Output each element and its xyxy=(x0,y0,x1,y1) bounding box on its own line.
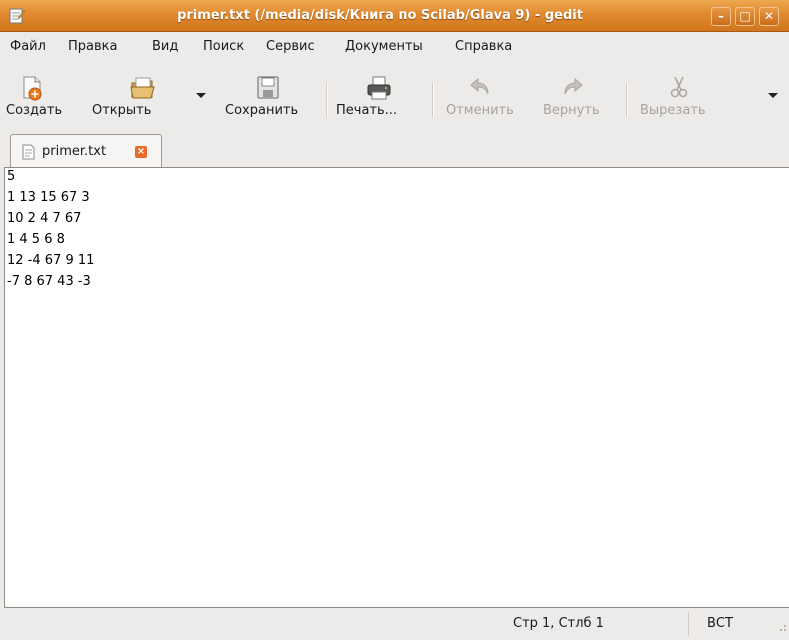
toolbar-separator xyxy=(626,82,628,118)
menu-tools[interactable]: Сервис xyxy=(266,39,315,54)
redo-button[interactable]: Вернуть xyxy=(543,60,615,132)
menu-search[interactable]: Поиск xyxy=(203,39,244,54)
print-button[interactable]: Печать... xyxy=(336,60,420,132)
menu-help[interactable]: Справка xyxy=(455,39,512,54)
maximize-button[interactable]: □ xyxy=(735,7,755,26)
maximize-icon: □ xyxy=(739,9,751,23)
close-button[interactable]: ✕ xyxy=(759,7,779,26)
status-separator xyxy=(688,612,689,636)
new-button-label: Создать xyxy=(6,103,63,118)
open-folder-icon xyxy=(130,77,155,99)
menu-documents[interactable]: Документы xyxy=(345,39,423,54)
editor-line[interactable]: 1 13 15 67 3 xyxy=(7,190,90,205)
cursor-position: Стр 1, Стлб 1 xyxy=(513,616,604,631)
toolbar-separator xyxy=(432,82,434,118)
toolbar-overflow-dropdown[interactable] xyxy=(768,93,778,98)
save-button[interactable]: Сохранить xyxy=(225,60,315,132)
open-button-label: Открыть xyxy=(92,103,152,118)
redo-button-label: Вернуть xyxy=(543,103,600,118)
minimize-button[interactable]: – xyxy=(711,7,731,26)
window-title: primer.txt (/media/disk/Книга по Scilab/… xyxy=(177,8,583,23)
editor-line[interactable]: 10 2 4 7 67 xyxy=(7,211,81,226)
status-bar: Стр 1, Стлб 1 ВСТ xyxy=(0,608,789,640)
editor-line[interactable]: -7 8 67 43 -3 xyxy=(7,274,91,289)
insert-mode: ВСТ xyxy=(707,616,733,631)
menu-bar: Файл Правка Вид Поиск Сервис Документы С… xyxy=(0,32,789,60)
title-bar[interactable]: primer.txt (/media/disk/Книга по Scilab/… xyxy=(0,0,789,32)
new-button[interactable]: Создать xyxy=(6,60,86,132)
editor-line[interactable]: 1 4 5 6 8 xyxy=(7,232,65,247)
close-icon: ✕ xyxy=(763,9,775,23)
tab-primer[interactable]: primer.txt × xyxy=(10,134,162,167)
minimize-icon: – xyxy=(718,9,724,23)
save-button-label: Сохранить xyxy=(225,103,299,118)
menu-edit[interactable]: Правка xyxy=(68,39,117,54)
new-document-icon xyxy=(23,76,42,101)
editor-line[interactable]: 12 -4 67 9 11 xyxy=(7,253,94,268)
tab-close-button[interactable]: × xyxy=(135,146,147,158)
text-document-icon xyxy=(22,144,35,160)
print-button-label: Печать... xyxy=(336,103,398,118)
menu-view[interactable]: Вид xyxy=(152,39,178,54)
scissors-icon xyxy=(670,76,688,98)
editor-line[interactable]: 5 xyxy=(7,169,15,184)
undo-icon xyxy=(470,77,489,95)
printer-icon xyxy=(367,76,391,100)
document-tabs: primer.txt × xyxy=(0,132,789,168)
text-editor[interactable]: 5 1 13 15 67 3 10 2 4 7 67 1 4 5 6 8 12 … xyxy=(4,167,789,608)
resize-grip-icon[interactable] xyxy=(775,620,787,632)
redo-icon xyxy=(564,77,583,95)
tab-label: primer.txt xyxy=(42,144,107,159)
open-button[interactable]: Открыть xyxy=(92,60,172,132)
toolbar: Создать Открыть Сохранить Печать... Отме… xyxy=(0,60,789,132)
undo-button[interactable]: Отменить xyxy=(446,60,530,132)
undo-button-label: Отменить xyxy=(446,103,514,118)
toolbar-separator xyxy=(326,82,328,118)
close-icon: × xyxy=(136,146,146,157)
menu-file[interactable]: Файл xyxy=(10,39,46,54)
cut-button[interactable]: Вырезать xyxy=(640,60,726,132)
cut-button-label: Вырезать xyxy=(640,103,706,118)
open-recent-dropdown[interactable] xyxy=(196,93,206,98)
save-disk-icon xyxy=(257,76,279,99)
